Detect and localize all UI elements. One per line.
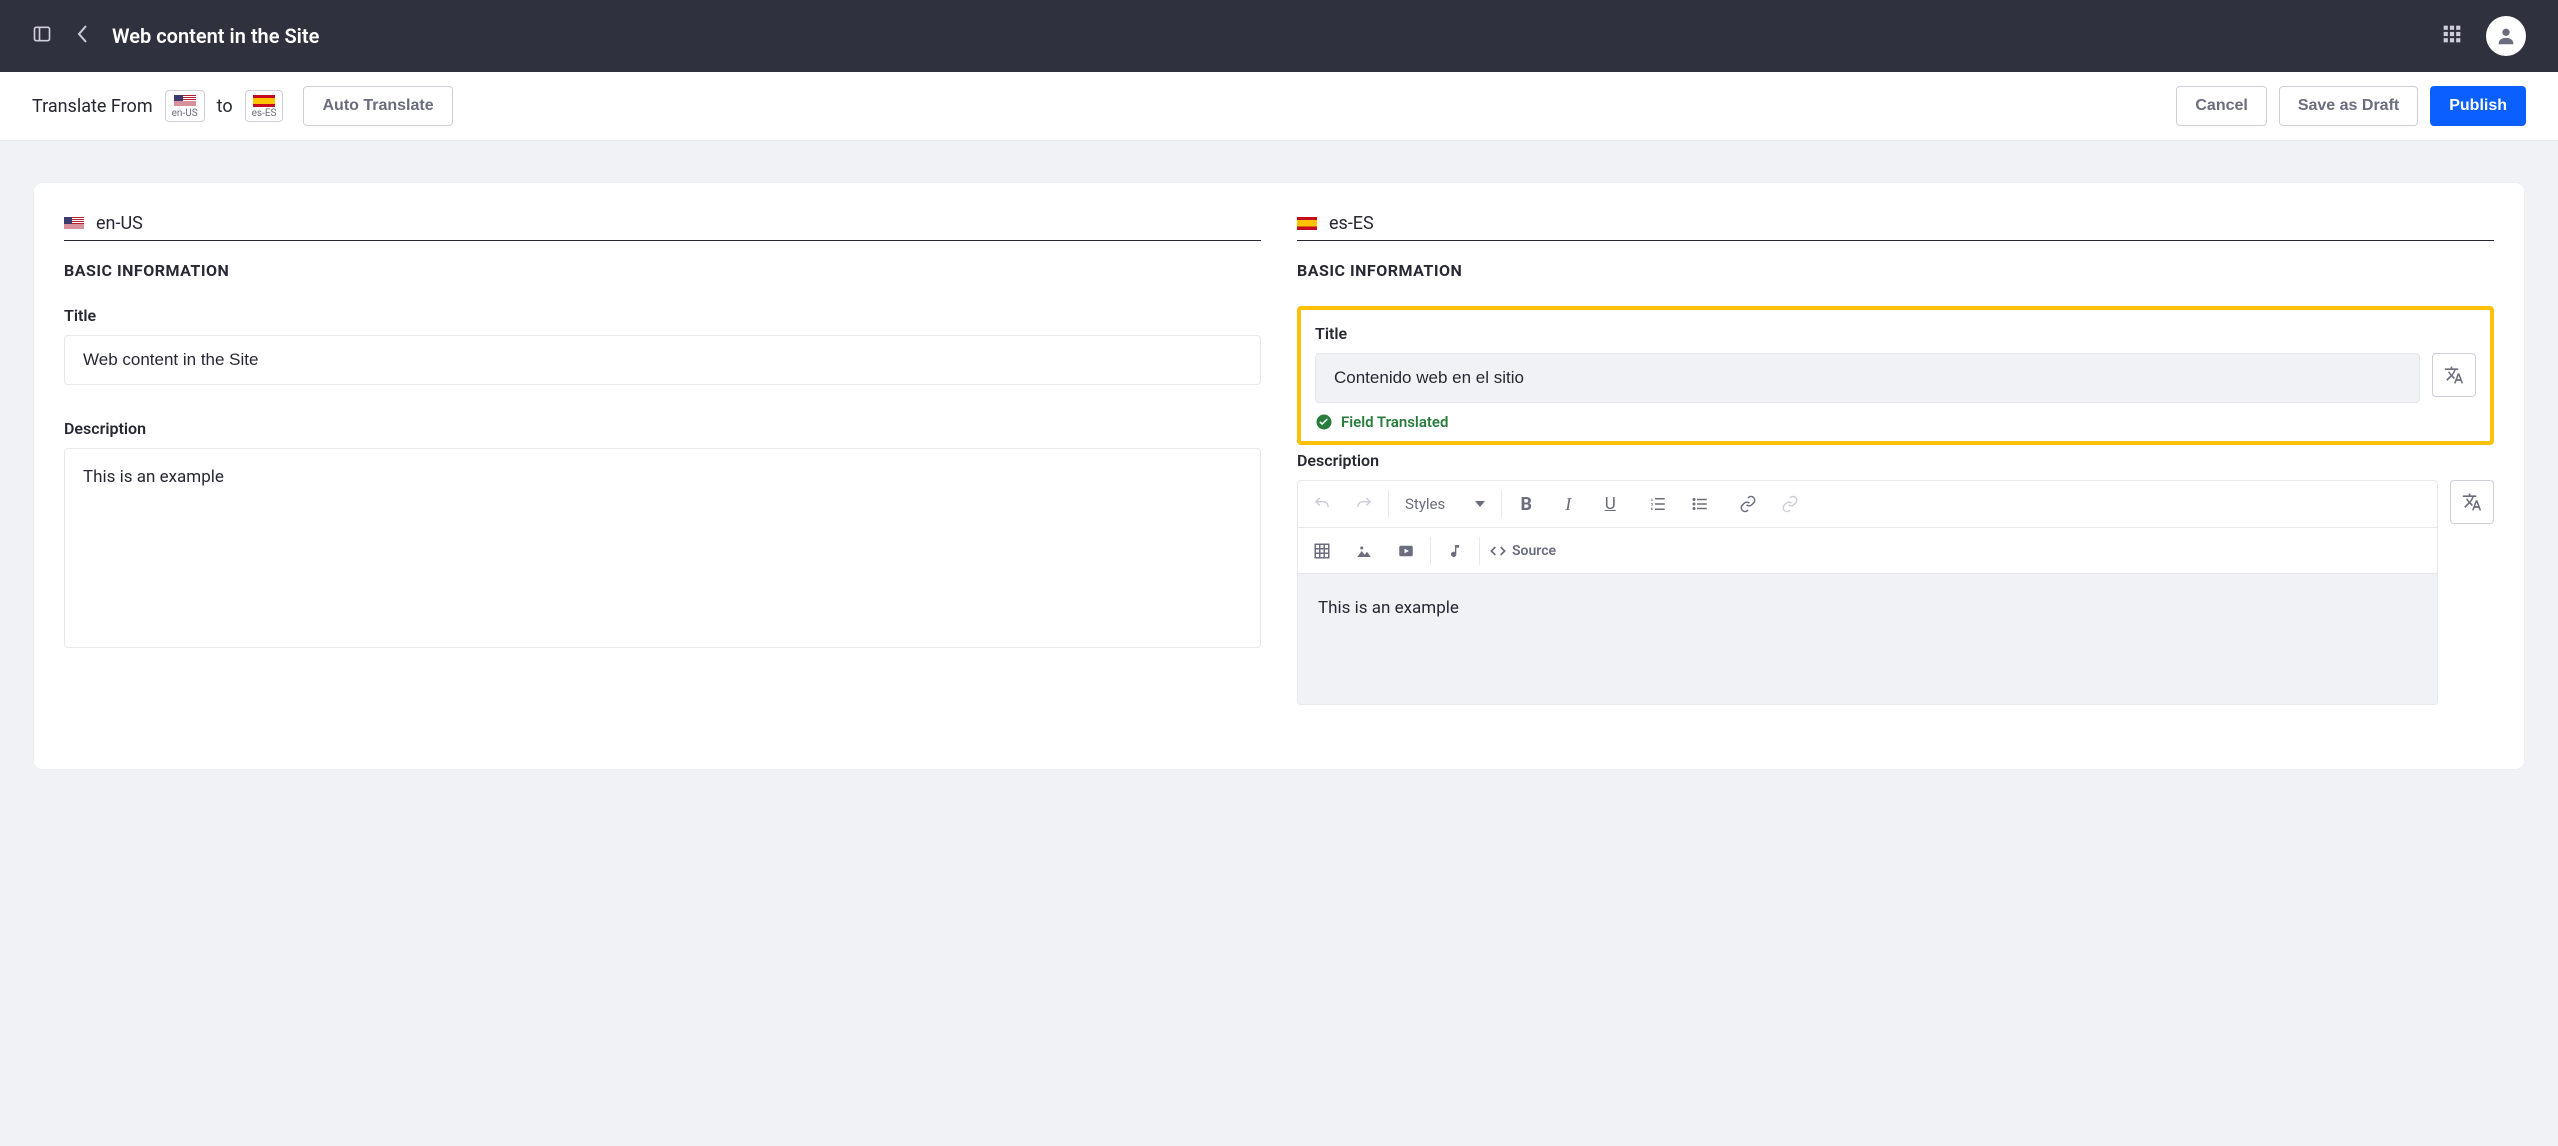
auto-translate-button[interactable]: Auto Translate: [303, 86, 452, 126]
from-lang-code: en-US: [172, 108, 198, 119]
italic-icon[interactable]: I: [1554, 490, 1582, 518]
translation-panel: en-US BASIC INFORMATION Title Descriptio…: [34, 183, 2524, 769]
unordered-list-icon[interactable]: [1686, 490, 1714, 518]
undo-icon[interactable]: [1308, 490, 1336, 518]
es-flag-icon: [1297, 217, 1317, 230]
toolbar-actions: Cancel Save as Draft Publish: [2176, 86, 2526, 126]
bold-icon[interactable]: B: [1512, 490, 1540, 518]
source-title-field: Title: [64, 306, 1261, 385]
styles-dropdown[interactable]: Styles: [1399, 495, 1491, 513]
check-circle-icon: [1315, 413, 1333, 431]
rich-text-editor: Styles B I U: [1297, 480, 2438, 705]
toolbar-row-2: Source: [1298, 527, 2437, 573]
app-header: Web content in the Site: [0, 0, 2558, 72]
source-button[interactable]: Source: [1490, 543, 1556, 559]
publish-button[interactable]: Publish: [2430, 86, 2526, 126]
styles-label: Styles: [1405, 495, 1445, 513]
header-right: [2442, 16, 2526, 56]
target-column-header: es-ES: [1297, 213, 2494, 241]
content-area: en-US BASIC INFORMATION Title Descriptio…: [0, 141, 2558, 811]
source-description-value: This is an example: [64, 448, 1261, 648]
translate-icon: [2462, 492, 2482, 512]
to-label: to: [217, 96, 233, 117]
image-icon[interactable]: [1350, 537, 1378, 565]
apps-grid-icon[interactable]: [2442, 24, 2462, 48]
to-lang-code: es-ES: [252, 108, 277, 119]
target-title-input[interactable]: [1315, 353, 2420, 403]
unlink-icon[interactable]: [1776, 490, 1804, 518]
source-label: Source: [1512, 543, 1556, 559]
link-icon[interactable]: [1734, 490, 1762, 518]
redo-icon[interactable]: [1350, 490, 1378, 518]
user-avatar[interactable]: [2486, 16, 2526, 56]
source-description-label: Description: [64, 419, 1261, 438]
table-icon[interactable]: [1308, 537, 1336, 565]
target-column: es-ES BASIC INFORMATION Title Field Tran…: [1297, 213, 2494, 739]
video-icon[interactable]: [1392, 537, 1420, 565]
cancel-button[interactable]: Cancel: [2176, 86, 2266, 126]
save-draft-button[interactable]: Save as Draft: [2279, 86, 2418, 126]
editor-body[interactable]: This is an example: [1298, 574, 2437, 704]
caret-down-icon: [1475, 501, 1485, 507]
target-lang-code: es-ES: [1329, 213, 1374, 234]
translate-icon: [2444, 365, 2464, 385]
target-title-label: Title: [1315, 324, 2476, 343]
back-icon[interactable]: [76, 24, 88, 48]
us-flag-icon: [174, 95, 196, 107]
editor-toolbar: Styles B I U: [1298, 481, 2437, 574]
target-description-label: Description: [1297, 451, 2494, 470]
es-flag-icon: [253, 95, 275, 107]
code-icon: [1490, 543, 1506, 559]
from-language-selector[interactable]: en-US: [165, 90, 205, 122]
us-flag-icon: [64, 217, 84, 230]
field-translated-status: Field Translated: [1315, 413, 2476, 431]
editor-wrap: Styles B I U: [1297, 480, 2494, 705]
audio-icon[interactable]: [1441, 537, 1469, 565]
panel-toggle-icon[interactable]: [32, 24, 52, 48]
highlight-title-box: Title Field Translated: [1297, 306, 2494, 445]
source-column-header: en-US: [64, 213, 1261, 241]
source-title-input: [64, 335, 1261, 385]
underline-icon[interactable]: U: [1596, 490, 1624, 518]
source-lang-code: en-US: [96, 213, 143, 234]
translate-from-label: Translate From: [32, 96, 153, 117]
translate-from-group: Translate From en-US to es-ES: [32, 90, 283, 122]
source-column: en-US BASIC INFORMATION Title Descriptio…: [64, 213, 1261, 739]
header-left: Web content in the Site: [32, 24, 319, 48]
translate-description-button[interactable]: [2450, 480, 2494, 524]
target-description-field: Description: [1297, 451, 2494, 705]
field-translated-label: Field Translated: [1341, 413, 1448, 431]
target-section-title: BASIC INFORMATION: [1297, 261, 2494, 280]
ordered-list-icon[interactable]: [1644, 490, 1672, 518]
source-section-title: BASIC INFORMATION: [64, 261, 1261, 280]
translate-toolbar: Translate From en-US to es-ES Auto Trans…: [0, 72, 2558, 141]
target-title-row: [1315, 353, 2476, 403]
source-description-field: Description This is an example: [64, 419, 1261, 648]
to-language-selector[interactable]: es-ES: [245, 90, 284, 122]
toolbar-row-1: Styles B I U: [1298, 481, 1814, 527]
page-title: Web content in the Site: [112, 24, 319, 48]
translate-title-button[interactable]: [2432, 353, 2476, 397]
source-title-label: Title: [64, 306, 1261, 325]
